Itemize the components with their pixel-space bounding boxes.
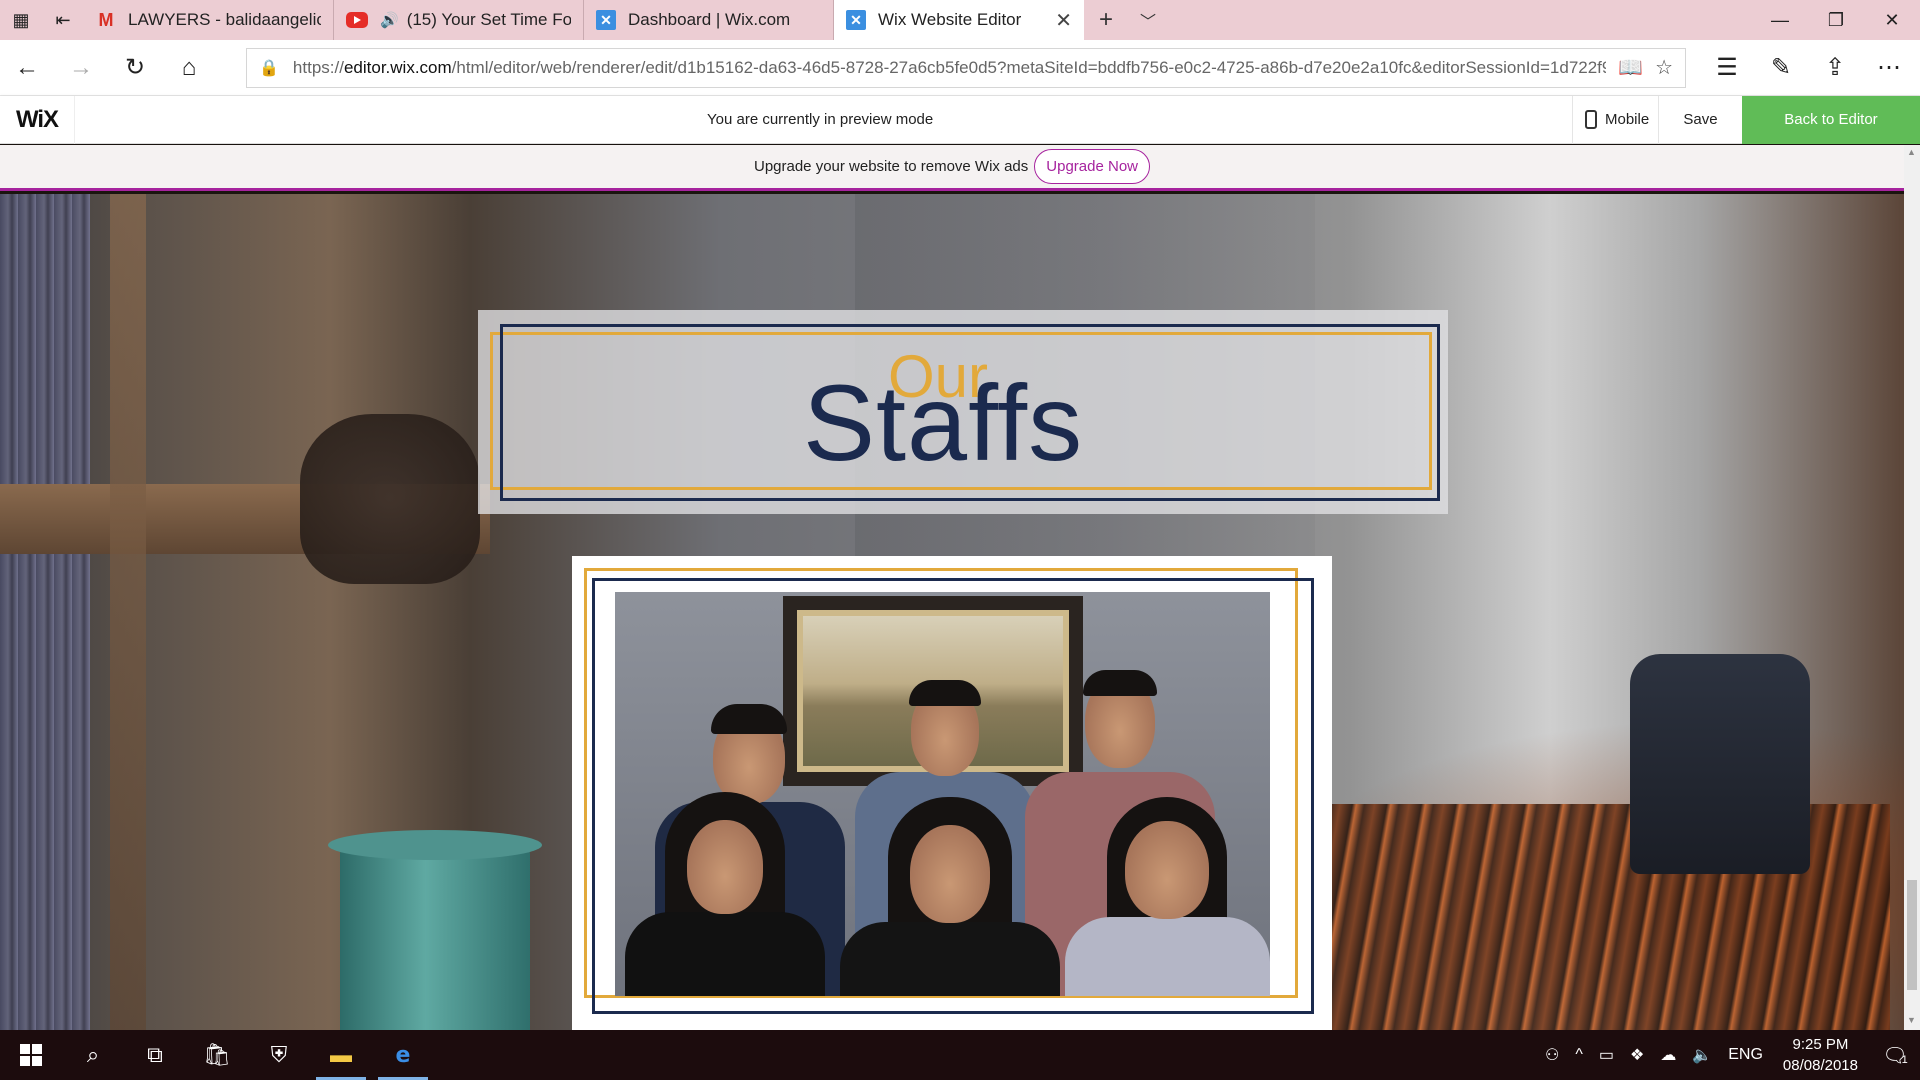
search-icon[interactable]: ⌕ <box>62 1030 124 1080</box>
upgrade-banner: Upgrade your website to remove Wix ads U… <box>0 145 1904 191</box>
url-scheme: https:// <box>292 57 344 77</box>
new-tab-icon[interactable]: + <box>1084 0 1128 40</box>
network-icon[interactable]: ☁ <box>1652 1045 1684 1065</box>
tab-strip: ▦ ⇤ M LAWYERS - balidaangelica@ 🔊 (15) Y… <box>0 0 1920 40</box>
start-button[interactable] <box>0 1030 62 1080</box>
tab-wix-editor[interactable]: ✕ Wix Website Editor ✕ <box>834 0 1084 40</box>
forward-arrow-icon[interactable]: → <box>54 40 108 96</box>
clock[interactable]: 9:25 PM 08/08/2018 <box>1771 1034 1870 1076</box>
restore-icon[interactable]: ❐ <box>1808 0 1864 40</box>
tab-title: Dashboard | Wix.com <box>628 10 791 29</box>
site-preview: Our Staffs <box>0 194 1904 1030</box>
upgrade-message: Upgrade your website to remove Wix ads <box>753 158 1029 175</box>
staff-photo-card <box>572 556 1332 1030</box>
url-text[interactable]: https://editor.wix.com/html/editor/web/r… <box>293 58 1606 78</box>
back-to-editor-button[interactable]: Back to Editor <box>1742 95 1920 144</box>
tab-title: Wix Website Editor <box>878 10 1022 29</box>
favorite-star-icon[interactable]: ☆ <box>1655 55 1673 80</box>
back-arrow-icon[interactable]: ← <box>0 40 54 96</box>
navigation-bar: ← → ↻ ⌂ 🔒 https://editor.wix.com/html/ed… <box>0 40 1920 96</box>
dropbox-icon[interactable]: ❖ <box>1622 1045 1652 1065</box>
clock-time: 9:25 PM <box>1792 1036 1849 1053</box>
tab-title: LAWYERS - balidaangelica@ <box>128 10 321 29</box>
wix-icon: ✕ <box>846 10 866 30</box>
scroll-down-icon[interactable]: ▼ <box>1907 1015 1916 1025</box>
scrollbar-thumb[interactable] <box>1907 880 1917 990</box>
people-icon[interactable]: ⚇ <box>1537 1045 1567 1065</box>
task-view-icon[interactable]: ⧉ <box>124 1030 186 1080</box>
home-icon[interactable]: ⌂ <box>162 40 216 96</box>
battery-icon[interactable]: ▭ <box>1591 1045 1622 1065</box>
set-aside-tabs-icon[interactable]: ⇤ <box>42 0 84 40</box>
staff-person <box>625 792 825 996</box>
volume-icon[interactable]: 🔈 <box>1684 1045 1720 1065</box>
refresh-icon[interactable]: ↻ <box>108 40 162 96</box>
minimize-icon[interactable]: — <box>1752 0 1808 40</box>
staff-person <box>840 797 1060 996</box>
staff-group-photo[interactable] <box>615 592 1270 996</box>
mobile-label: Mobile <box>1605 111 1650 128</box>
window-controls: — ❐ ✕ <box>1752 0 1920 40</box>
save-button[interactable]: Save <box>1658 95 1742 144</box>
browser-toolbar-right: ☰ ✎ ⇪ ⋯ <box>1700 40 1916 96</box>
teal-vase <box>328 830 542 1030</box>
address-bar[interactable]: 🔒 https://editor.wix.com/html/editor/web… <box>246 47 1686 88</box>
system-tray: ⚇ ^ ▭ ❖ ☁ 🔈 ENG 9:25 PM 08/08/2018 🗨 1 <box>1537 1030 1920 1080</box>
bookshelf-books <box>0 554 90 1030</box>
preview-mode-message: You are currently in preview mode <box>707 111 934 128</box>
bookshelf-books <box>0 194 90 494</box>
upgrade-now-button[interactable]: Upgrade Now <box>1034 149 1150 184</box>
tab-manager-icon[interactable]: ▦ <box>0 0 42 40</box>
web-note-icon[interactable]: ✎ <box>1754 40 1808 96</box>
share-icon[interactable]: ⇪ <box>1808 40 1862 96</box>
mobile-view-button[interactable]: Mobile <box>1572 95 1658 144</box>
tab-wix-dashboard[interactable]: ✕ Dashboard | Wix.com <box>584 0 834 40</box>
close-tab-icon[interactable]: ✕ <box>1055 8 1072 33</box>
tab-title: (15) Your Set Time For I <box>406 10 571 29</box>
shelf-post <box>110 194 146 1030</box>
reading-view-icon[interactable]: 📖 <box>1618 55 1643 80</box>
file-explorer-icon[interactable]: ▬ <box>310 1030 372 1080</box>
gmail-icon: M <box>98 9 114 30</box>
page-title: Staffs <box>803 362 1084 483</box>
language-indicator[interactable]: ENG <box>1720 1046 1771 1064</box>
audio-playing-icon[interactable]: 🔊 <box>380 11 399 29</box>
windows-logo-icon <box>20 1044 42 1066</box>
clock-date: 08/08/2018 <box>1782 1057 1858 1074</box>
favorites-hub-icon[interactable]: ☰ <box>1700 40 1754 96</box>
title-card: Our Staffs <box>478 310 1448 514</box>
office-chair <box>1630 654 1810 874</box>
url-domain: editor.wix.com <box>343 57 452 77</box>
tab-youtube[interactable]: 🔊 (15) Your Set Time For I <box>334 0 584 40</box>
mobile-phone-icon <box>1585 110 1597 129</box>
windows-taskbar: ⌕ ⧉ 🛍 ⛨ ▬ e ⚇ ^ ▭ ❖ ☁ 🔈 ENG 9:25 PM 08/0… <box>0 1030 1920 1080</box>
show-hidden-icons-chevron-icon[interactable]: ^ <box>1567 1046 1591 1064</box>
scroll-up-icon[interactable]: ▲ <box>1907 147 1916 157</box>
youtube-icon <box>346 12 368 28</box>
page-scrollbar[interactable]: ▲ ▼ <box>1904 145 1920 1030</box>
store-icon[interactable]: 🛍 <box>186 1030 248 1080</box>
lock-icon[interactable]: 🔒 <box>259 58 279 78</box>
tab-preview-chevron-icon[interactable]: ﹀ <box>1128 0 1168 40</box>
wix-preview-toolbar: WiX You are currently in preview mode Mo… <box>0 95 1920 144</box>
action-center-icon[interactable]: 🗨 1 <box>1870 1043 1920 1068</box>
wix-logo[interactable]: WiX <box>0 95 75 144</box>
defender-shield-icon[interactable]: ⛨ <box>248 1030 310 1080</box>
more-options-icon[interactable]: ⋯ <box>1862 40 1916 96</box>
dark-vase <box>300 414 480 584</box>
tab-gmail[interactable]: M LAWYERS - balidaangelica@ <box>84 0 334 40</box>
wix-icon: ✕ <box>596 10 616 30</box>
url-path: /html/editor/web/renderer/edit/d1b15162-… <box>451 57 1607 77</box>
notification-count: 1 <box>1901 1054 1908 1066</box>
staff-person <box>1065 797 1270 996</box>
close-window-icon[interactable]: ✕ <box>1864 0 1920 40</box>
edge-browser-icon[interactable]: e <box>372 1030 434 1080</box>
